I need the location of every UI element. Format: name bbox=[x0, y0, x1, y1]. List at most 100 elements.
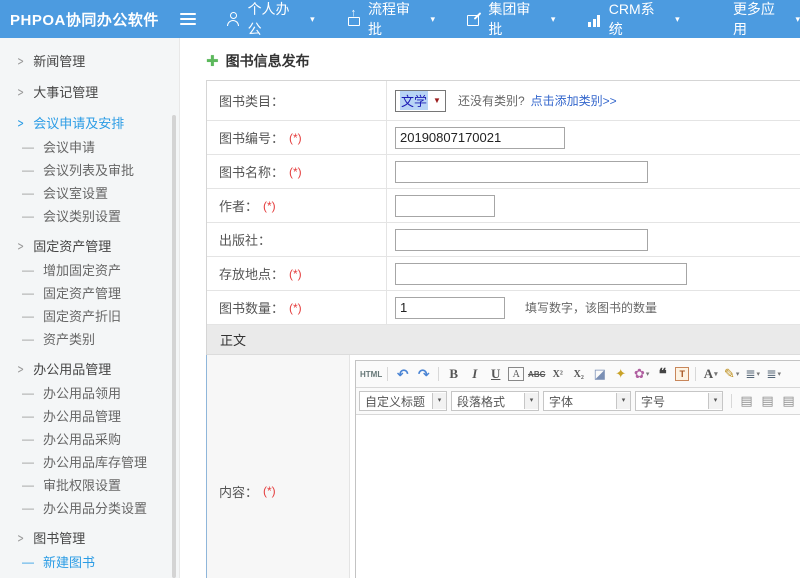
sidebar-item[interactable]: > — 图书管理 bbox=[0, 573, 179, 578]
category-select[interactable]: 文学 ▼ bbox=[395, 90, 446, 112]
sidebar-item[interactable]: > — 会议室设置 bbox=[0, 181, 179, 204]
sidebar-item[interactable]: > — 图书管理 bbox=[0, 525, 179, 550]
sidebar-item[interactable]: > — 新闻管理 bbox=[0, 48, 179, 73]
sidebar-item-label: 办公用品分类设置 bbox=[43, 498, 147, 517]
menu-icon[interactable] bbox=[180, 18, 197, 20]
field-value bbox=[387, 189, 800, 222]
form-rows: 图书编号： (*) 图书名称： (*) bbox=[207, 121, 800, 325]
toolbar-separator[interactable]: ▾ bbox=[387, 367, 388, 381]
underline-icon[interactable]: U ▾ bbox=[485, 365, 506, 383]
custom-title-select[interactable]: 自定义标题 ▾ bbox=[359, 391, 447, 411]
nav-item-label: 集团审批 bbox=[488, 0, 542, 39]
redo-icon[interactable]: ↷ ▾ bbox=[413, 365, 434, 383]
content-row: 内容： (*) HTML ▾ bbox=[207, 355, 800, 578]
sidebar-item[interactable]: > — 会议类别设置 bbox=[0, 204, 179, 227]
ordered-list-icon[interactable]: ≣ ▾ bbox=[742, 365, 763, 383]
text-input[interactable] bbox=[395, 297, 505, 319]
sidebar-item[interactable]: > — 会议申请 bbox=[0, 135, 179, 158]
html-source-icon[interactable]: HTML ▾ bbox=[359, 365, 383, 383]
nav-item[interactable]: 更多应用 ▾ bbox=[712, 0, 800, 39]
sidebar-item[interactable]: > — 资产类别 bbox=[0, 327, 179, 350]
body-section-label: 正文 bbox=[220, 330, 246, 349]
font-size-select[interactable]: 字号 ▾ bbox=[635, 391, 723, 411]
sidebar-item[interactable]: > — 审批权限设置 bbox=[0, 473, 179, 496]
nav-item[interactable]: 集团审批 ▾ bbox=[467, 0, 555, 39]
sidebar: > — 新闻管理 > — 大事记管理 > — 会议申请及安排 > bbox=[0, 38, 180, 578]
main-content: ✚ 图书信息发布 图书类目： 文学 ▼ 还没有类别? 点击添加类别>> bbox=[181, 38, 800, 578]
required-mark: (*) bbox=[263, 199, 276, 213]
text-input[interactable] bbox=[395, 195, 495, 217]
dash-icon: — bbox=[22, 163, 34, 177]
strikethrough-icon[interactable]: ABC ▾ bbox=[526, 365, 547, 383]
sidebar-item[interactable]: > — 固定资产管理 bbox=[0, 281, 179, 304]
text-input[interactable] bbox=[395, 161, 648, 183]
editor-row2-icons: ▤ ▤ ▤ bbox=[736, 392, 800, 410]
category-selected-value: 文学 bbox=[400, 91, 428, 110]
sidebar-scrollbar[interactable] bbox=[172, 115, 176, 578]
field-value bbox=[387, 155, 800, 188]
blockquote-icon[interactable]: ❝ ▾ bbox=[652, 365, 673, 383]
nav-item[interactable]: CRM系统 ▾ bbox=[587, 0, 679, 39]
unordered-list-icon[interactable]: ≣ ▾ bbox=[763, 365, 784, 383]
sidebar-item-label: 增加固定资产 bbox=[43, 260, 121, 279]
field-label: 图书编号： (*) bbox=[207, 121, 387, 154]
highlight-pen-icon[interactable]: ✎ ▾ bbox=[721, 365, 742, 383]
text-input[interactable] bbox=[395, 263, 687, 285]
sidebar-item[interactable]: > — 办公用品库存管理 bbox=[0, 450, 179, 473]
field-label-text: 存放地点： bbox=[219, 264, 284, 283]
chevron-right-icon: > bbox=[18, 115, 24, 130]
sidebar-item[interactable]: > — 会议列表及审批 bbox=[0, 158, 179, 181]
font-family-select[interactable]: 字体 ▾ bbox=[543, 391, 631, 411]
content-label-cell: 内容： (*) bbox=[206, 355, 350, 578]
palette-icon[interactable]: ✿ ▾ bbox=[631, 365, 652, 383]
nav-item[interactable]: 个人办公 ▾ bbox=[226, 0, 314, 39]
font-color-icon[interactable]: A ▾ bbox=[700, 365, 721, 383]
eraser-icon[interactable]: ◪ ▾ bbox=[589, 365, 610, 383]
sidebar-item[interactable]: > — 办公用品分类设置 bbox=[0, 496, 179, 519]
paste-text-icon[interactable]: T ▾ bbox=[675, 367, 689, 381]
app-logo: PHPOA协同办公软件 bbox=[0, 9, 168, 30]
sidebar-item[interactable]: > — 大事记管理 bbox=[0, 79, 179, 104]
chevron-right-icon: > bbox=[18, 361, 24, 376]
undo-icon[interactable]: ↶ ▾ bbox=[392, 365, 413, 383]
dash-icon: — bbox=[22, 386, 34, 400]
toolbar-glyph: ✎ bbox=[724, 366, 735, 382]
sidebar-item[interactable]: > — 固定资产管理 bbox=[0, 233, 179, 258]
nav-item[interactable]: 流程审批 ▾ bbox=[347, 0, 435, 39]
format-brush-icon[interactable]: ✦ ▾ bbox=[610, 365, 631, 383]
add-category-link[interactable]: 点击添加类别>> bbox=[531, 92, 617, 109]
bold-icon[interactable]: B ▾ bbox=[443, 365, 464, 383]
toolbar-separator[interactable]: ▾ bbox=[438, 367, 439, 381]
subscript-icon[interactable]: X₂ ▾ bbox=[568, 365, 589, 383]
italic-icon[interactable]: I ▾ bbox=[464, 365, 485, 383]
content-label: 内容： bbox=[219, 482, 258, 501]
toolbar-glyph: B bbox=[449, 366, 458, 382]
align-right-icon[interactable]: ▤ bbox=[778, 392, 799, 410]
superscript-icon[interactable]: X² ▾ bbox=[547, 365, 568, 383]
text-input[interactable] bbox=[395, 229, 648, 251]
dash-icon: — bbox=[22, 186, 34, 200]
toolbar-glyph: X² bbox=[553, 369, 563, 380]
combo-caret-icon: ▾ bbox=[524, 393, 538, 409]
page-header: ✚ 图书信息发布 bbox=[206, 51, 800, 71]
editor-content-area[interactable] bbox=[356, 415, 800, 578]
toolbar-glyph: ABC bbox=[528, 370, 545, 379]
align-left-icon[interactable]: ▤ bbox=[736, 392, 757, 410]
sidebar-item[interactable]: > — 办公用品管理 bbox=[0, 356, 179, 381]
workflow-icon bbox=[347, 12, 361, 27]
font-border-icon[interactable]: A ▾ bbox=[508, 367, 524, 381]
align-center-icon[interactable]: ▤ bbox=[757, 392, 778, 410]
sidebar-item[interactable]: > — 固定资产折旧 bbox=[0, 304, 179, 327]
form-row: 出版社： bbox=[207, 223, 800, 257]
toolbar-separator[interactable]: ▾ bbox=[695, 367, 696, 381]
sidebar-item[interactable]: > — 办公用品领用 bbox=[0, 381, 179, 404]
required-mark: (*) bbox=[289, 131, 302, 145]
sidebar-item[interactable]: > — 会议申请及安排 bbox=[0, 110, 179, 135]
paragraph-format-select[interactable]: 段落格式 ▾ bbox=[451, 391, 539, 411]
sidebar-item[interactable]: > — 办公用品采购 bbox=[0, 427, 179, 450]
sidebar-item[interactable]: > — 新建图书 bbox=[0, 550, 179, 573]
text-input[interactable] bbox=[395, 127, 565, 149]
crm-icon bbox=[587, 12, 601, 27]
sidebar-item[interactable]: > — 办公用品管理 bbox=[0, 404, 179, 427]
sidebar-item[interactable]: > — 增加固定资产 bbox=[0, 258, 179, 281]
